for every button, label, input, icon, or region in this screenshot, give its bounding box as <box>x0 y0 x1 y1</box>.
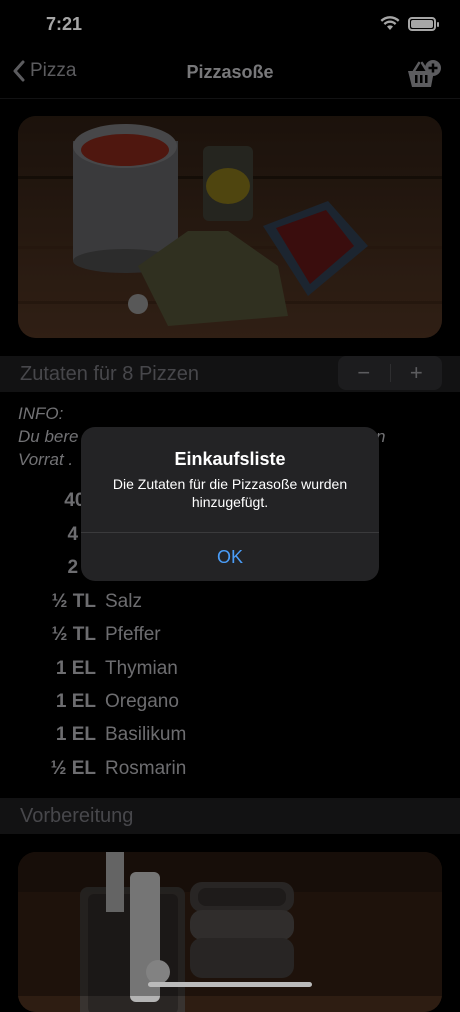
status-icons <box>380 16 439 31</box>
ingredient-name: Oregano <box>105 691 179 712</box>
preparation-header: Vorbereitung <box>0 798 460 834</box>
battery-icon <box>408 16 439 31</box>
home-indicator[interactable] <box>148 982 312 987</box>
ingredient-name: Basilikum <box>105 724 187 745</box>
ingredient-row: 1 EL Oregano <box>0 691 460 724</box>
preparation-title: Vorbereitung <box>20 805 134 827</box>
ingredient-amount: 1 EL <box>55 658 96 679</box>
increase-servings-button[interactable]: + <box>391 356 443 390</box>
ingredient-amount: ½ TL <box>51 624 96 645</box>
alert-dialog: Einkaufsliste Die Zutaten für die Pizzas… <box>81 427 379 581</box>
info-line-1: INFO: <box>18 404 64 423</box>
status-time: 7:21 <box>46 14 83 34</box>
ingredients-header: Zutaten für 8 Pizzen − + <box>0 356 460 392</box>
ingredient-amount: 1 EL <box>55 691 96 712</box>
add-to-shopping-list-button[interactable] <box>406 58 442 90</box>
page-title: Pizzasoße <box>186 62 274 82</box>
status-bar: 7:21 <box>0 0 460 50</box>
ingredient-name: Salz <box>105 591 142 612</box>
ingredient-name: Pfeffer <box>105 624 161 645</box>
ingredient-row: 1 EL Basilikum <box>0 724 460 757</box>
recipe-photo <box>18 116 442 338</box>
basket-plus-icon <box>408 60 441 87</box>
ingredient-row: ½ TL Salz <box>0 591 460 624</box>
servings-label: Zutaten für 8 Pizzen <box>20 363 199 385</box>
ingredient-row: ½ TL Pfeffer <box>0 624 460 657</box>
ingredient-row: ½ EL Rosmarin <box>0 758 460 791</box>
decrease-servings-button[interactable]: − <box>338 356 390 390</box>
ingredient-amount: 1 EL <box>55 724 96 745</box>
preparation-photo <box>18 852 442 1012</box>
alert-message: Die Zutaten für die Pizzasoße wurden hin… <box>112 476 348 510</box>
alert-title: Einkaufsliste <box>174 449 286 469</box>
navigation-bar: Pizza Pizzasoße <box>0 50 460 99</box>
alert-ok-button[interactable]: OK <box>81 533 379 581</box>
ingredient-amount: ½ TL <box>51 591 96 612</box>
ingredient-amount: ½ EL <box>50 758 96 779</box>
ingredient-name: Rosmarin <box>105 758 187 779</box>
ingredient-name: Thymian <box>105 658 178 679</box>
servings-stepper[interactable]: − + <box>338 356 442 390</box>
wifi-icon <box>380 16 400 30</box>
info-line-2-start: Du bere <box>18 427 79 446</box>
ingredient-row: 1 EL Thymian <box>0 658 460 691</box>
